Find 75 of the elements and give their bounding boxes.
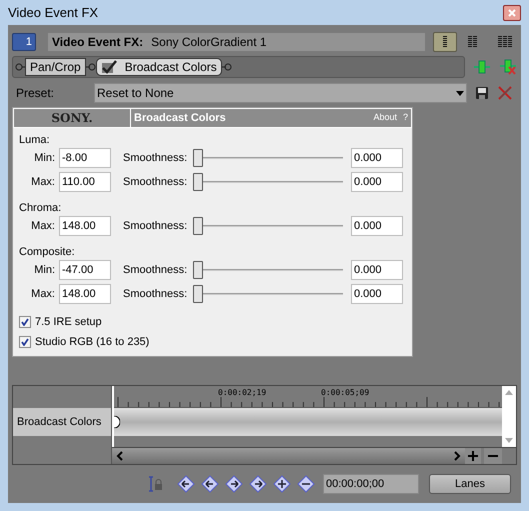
field-label: Max: xyxy=(30,218,56,234)
field-label: Max: xyxy=(30,286,56,302)
dropdown-arrow-icon xyxy=(456,90,464,96)
smoothness-slider[interactable] xyxy=(193,149,343,167)
slider-thumb[interactable] xyxy=(193,149,203,167)
value-field[interactable]: 148.00 xyxy=(59,284,111,304)
plugin-chain-item[interactable]: Pan/Crop xyxy=(25,58,86,76)
checkbox[interactable] xyxy=(19,336,31,348)
preset-dropdown[interactable]: Reset to None xyxy=(94,83,467,103)
chain-start-icon xyxy=(15,63,25,71)
preset-label: Preset: xyxy=(15,85,56,102)
track-number-badge: 1 xyxy=(12,33,36,51)
first-keyframe-icon[interactable] xyxy=(177,475,195,493)
next-keyframe-icon[interactable] xyxy=(225,475,243,493)
checkmark-icon xyxy=(100,60,117,74)
keyframe-icon[interactable] xyxy=(114,416,120,428)
value-field[interactable]: 148.00 xyxy=(59,216,111,236)
value-field[interactable]: -8.00 xyxy=(59,148,111,168)
slider-thumb[interactable] xyxy=(193,217,203,235)
slider-thumb[interactable] xyxy=(193,261,203,279)
group-label: Chroma: xyxy=(19,201,62,214)
group-label: Composite: xyxy=(19,245,76,258)
slider-thumb[interactable] xyxy=(193,285,203,303)
add-keyframe-icon[interactable] xyxy=(273,475,291,493)
brand-logo: SONY. xyxy=(13,108,131,128)
smoothness-slider[interactable] xyxy=(193,261,343,279)
smoothness-slider[interactable] xyxy=(193,173,343,191)
close-button[interactable] xyxy=(503,4,521,20)
smoothness-slider[interactable] xyxy=(193,285,343,303)
field-label: Min: xyxy=(33,262,56,278)
fx-name: Sony ColorGradient 1 xyxy=(151,34,267,51)
smoothness-label: Smoothness: xyxy=(123,150,188,166)
time-field[interactable]: 00:00:00;00 xyxy=(323,474,419,494)
chain-link-icon xyxy=(86,63,96,71)
remove-plugin-icon[interactable] xyxy=(499,59,517,75)
field-label: Min: xyxy=(33,150,56,166)
time-tick-label: 0:00:05;09 xyxy=(321,387,370,399)
slider-thumb[interactable] xyxy=(193,173,203,191)
track-label: Broadcast Colors xyxy=(13,408,111,436)
close-icon xyxy=(508,8,516,16)
delete-keyframe-icon[interactable] xyxy=(297,475,315,493)
save-icon[interactable] xyxy=(475,86,489,100)
checkbox-label: 7.5 IRE setup xyxy=(35,314,102,330)
smoothness-field[interactable]: 0.000 xyxy=(351,148,403,168)
field-label: Max: xyxy=(30,174,56,190)
fx-label: Video Event FX: xyxy=(52,34,144,51)
time-tick-label: 0:00:02;19 xyxy=(218,387,266,399)
smoothness-field[interactable]: 0.000 xyxy=(351,260,403,280)
zoom-out-icon[interactable] xyxy=(484,448,502,464)
smoothness-slider[interactable] xyxy=(193,217,343,235)
smoothness-label: Smoothness: xyxy=(123,218,188,234)
view-button[interactable] xyxy=(433,32,457,52)
window-title: Video Event FX xyxy=(8,4,98,22)
smoothness-label: Smoothness: xyxy=(123,262,188,278)
plugin-title: Broadcast Colors xyxy=(134,110,226,126)
checkmark-icon xyxy=(21,338,29,346)
previous-keyframe-icon[interactable] xyxy=(201,475,219,493)
value-field[interactable]: -47.00 xyxy=(59,260,111,280)
smoothness-field[interactable]: 0.000 xyxy=(351,284,403,304)
smoothness-label: Smoothness: xyxy=(123,286,188,302)
checkbox-label: Studio RGB (16 to 235) xyxy=(35,334,150,350)
group-label: Luma: xyxy=(19,133,51,146)
chain-link-icon xyxy=(222,63,232,71)
last-keyframe-icon[interactable] xyxy=(249,475,267,493)
list-icon xyxy=(498,36,512,48)
zoom-in-icon[interactable] xyxy=(465,448,481,464)
smoothness-field[interactable]: 0.000 xyxy=(351,216,403,236)
smoothness-label: Smoothness: xyxy=(123,174,188,190)
checkbox[interactable] xyxy=(19,316,31,328)
plugin-chain-item[interactable]: Broadcast Colors xyxy=(96,58,222,76)
horizontal-scrollbar[interactable] xyxy=(112,448,465,464)
value-field[interactable]: 110.00 xyxy=(59,172,111,192)
checkmark-icon xyxy=(21,318,29,326)
smoothness-field[interactable]: 0.000 xyxy=(351,172,403,192)
lanes-button[interactable]: Lanes xyxy=(429,474,511,494)
